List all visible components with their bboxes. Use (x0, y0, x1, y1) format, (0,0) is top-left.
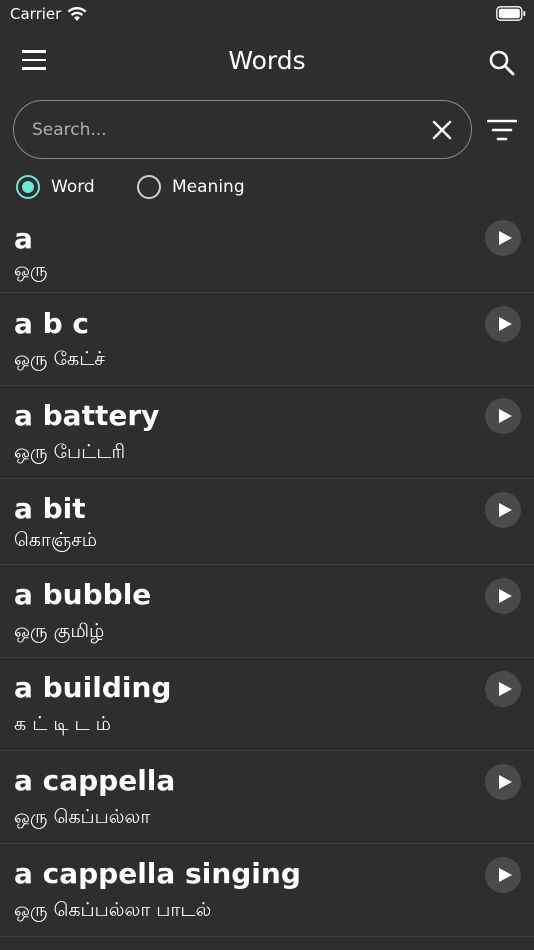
list-item[interactable]: a b c ஒரு கேட்ச் (0, 293, 534, 386)
play-icon (498, 503, 512, 517)
meaning-text: கொஞ்சம் (14, 529, 98, 551)
list-item[interactable]: a ஒரு (0, 212, 534, 293)
play-button[interactable] (485, 857, 521, 893)
word-text: a cappella (14, 764, 176, 797)
meaning-text: ஒரு பேட்டரி (14, 441, 126, 463)
word-text: a bit (14, 492, 86, 525)
status-bar: Carrier (0, 0, 534, 30)
play-button[interactable] (485, 578, 521, 614)
list-item[interactable]: a bubble ஒரு குமிழ் (0, 565, 534, 658)
search-field (13, 100, 472, 159)
carrier-indicator: Carrier (10, 5, 87, 23)
play-icon (498, 682, 512, 696)
radio-word-selected-icon[interactable] (16, 175, 40, 199)
filter-icon[interactable] (487, 117, 517, 143)
play-icon (498, 868, 512, 882)
play-icon (498, 231, 512, 245)
word-text: a cappella singing (14, 857, 301, 890)
word-text: a (14, 222, 33, 255)
play-icon (498, 775, 512, 789)
list-item[interactable]: a bit கொஞ்சம் (0, 479, 534, 565)
list-item[interactable]: a cappella singing ஒரு கெப்பல்லா பாடல் (0, 844, 534, 937)
word-text: a bubble (14, 578, 152, 611)
page-title: Words (228, 46, 306, 75)
play-icon (498, 317, 512, 331)
meaning-text: ஒரு கெப்பல்லா பாடல் (14, 899, 212, 921)
radio-meaning[interactable]: Meaning (137, 175, 245, 199)
search-mode-radio-group: Word Meaning (16, 175, 516, 203)
play-button[interactable] (485, 220, 521, 256)
radio-word[interactable]: Word (16, 175, 95, 199)
word-text: a battery (14, 399, 160, 432)
list-item[interactable]: a battery ஒரு பேட்டரி (0, 386, 534, 479)
play-icon (498, 409, 512, 423)
play-button[interactable] (485, 398, 521, 434)
meaning-text: ஒரு (14, 259, 48, 281)
carrier-label: Carrier (10, 5, 62, 23)
play-icon (498, 589, 512, 603)
word-text: a building (14, 671, 172, 704)
radio-meaning-unselected-icon[interactable] (137, 175, 161, 199)
radio-word-label: Word (51, 177, 95, 197)
app-bar: Words (0, 38, 534, 88)
meaning-text: ஒரு கெப்பல்லா (14, 806, 151, 828)
play-button[interactable] (485, 492, 521, 528)
close-icon[interactable] (431, 119, 453, 141)
play-button[interactable] (485, 671, 521, 707)
meaning-text: ஒரு கேட்ச் (14, 348, 105, 370)
radio-meaning-label: Meaning (172, 177, 245, 197)
battery-icon (496, 6, 526, 21)
word-text: a b c (14, 307, 90, 340)
list-item[interactable]: a cappella ஒரு கெப்பல்லா (0, 751, 534, 844)
play-button[interactable] (485, 306, 521, 342)
meaning-text: ஒரு குமிழ் (14, 620, 105, 642)
search-icon[interactable] (488, 49, 516, 77)
search-input[interactable] (32, 115, 412, 145)
play-button[interactable] (485, 764, 521, 800)
meaning-text: க ட் டி ட ம் (14, 713, 111, 735)
word-list: a ஒரு a b c ஒரு கேட்ச் a battery ஒரு பேட… (0, 212, 534, 937)
list-item[interactable]: a building க ட் டி ட ம் (0, 658, 534, 751)
wifi-icon (67, 6, 87, 21)
